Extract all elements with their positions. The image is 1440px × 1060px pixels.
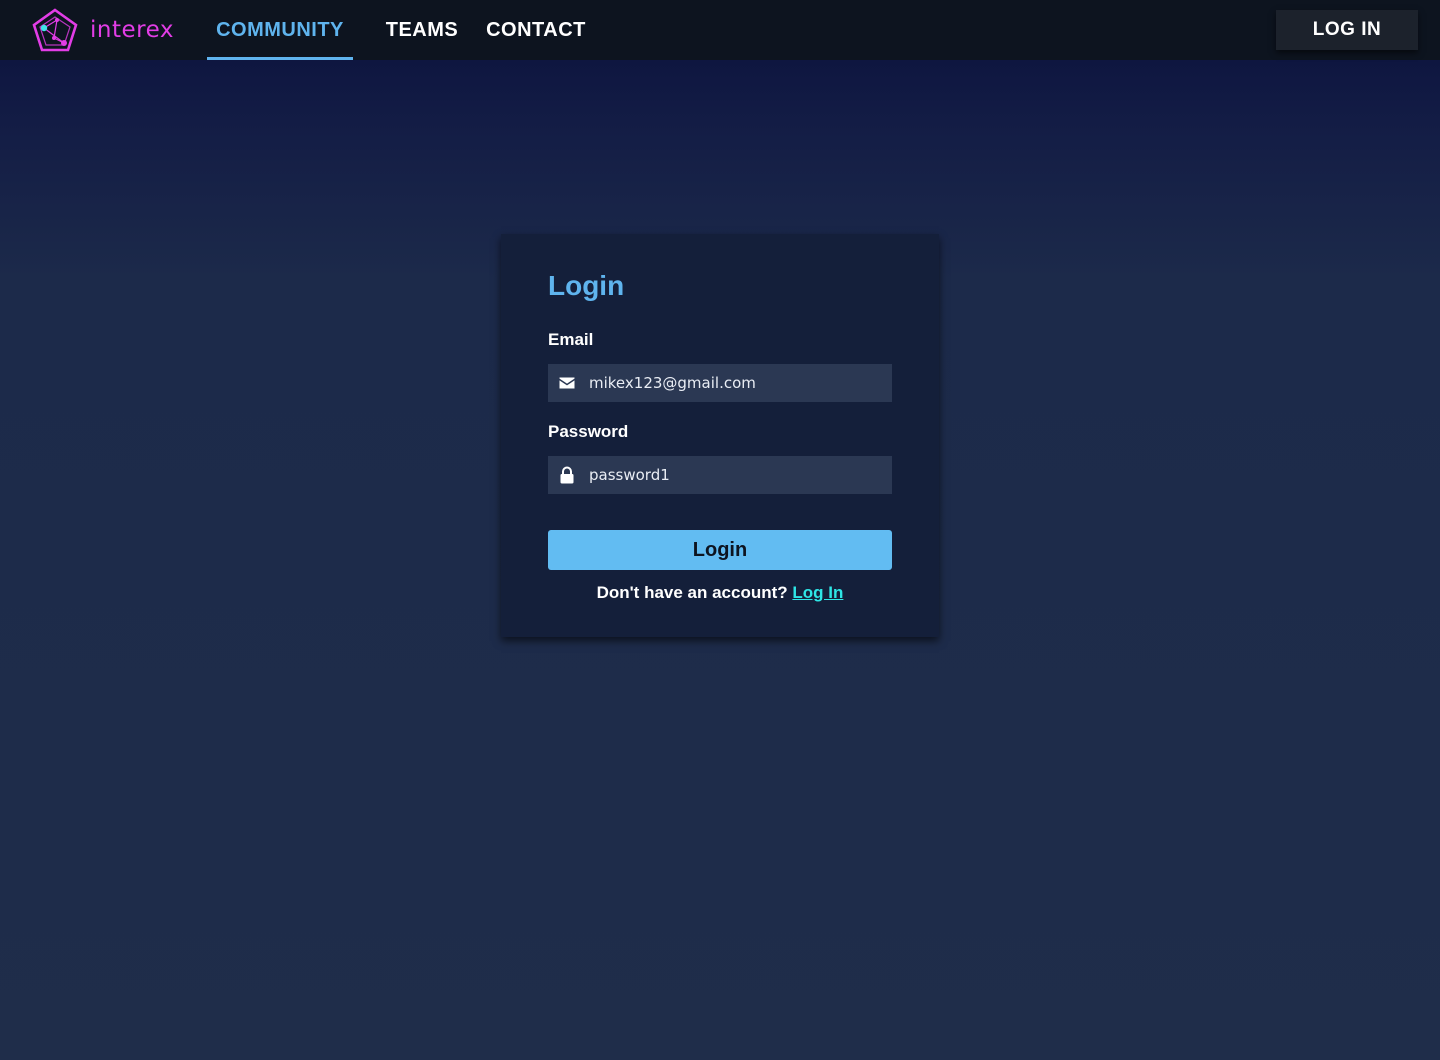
login-card: Login Email Password Login Don't have an…: [501, 234, 939, 637]
signup-prompt-text: Don't have an account?: [596, 583, 788, 602]
header-login-button[interactable]: LOG IN: [1276, 10, 1418, 50]
email-input[interactable]: [589, 364, 879, 402]
nav-teams[interactable]: TEAMS: [363, 0, 481, 60]
top-navbar: interex COMMUNITY TEAMS CONTACT LOG IN: [0, 0, 1440, 60]
pentagon-network-logo-icon: [32, 8, 78, 52]
password-field-wrapper: [548, 456, 892, 494]
nav-community[interactable]: COMMUNITY: [207, 0, 353, 60]
lock-icon: [558, 466, 576, 484]
login-submit-button[interactable]: Login: [548, 530, 892, 570]
nav-contact[interactable]: CONTACT: [481, 0, 591, 60]
signup-prompt-row: Don't have an account? Log In: [501, 583, 939, 603]
envelope-icon: [558, 374, 576, 392]
signup-link[interactable]: Log In: [792, 583, 843, 602]
password-label: Password: [548, 422, 629, 441]
brand[interactable]: interex: [32, 8, 174, 52]
email-label: Email: [548, 330, 594, 349]
main-nav: COMMUNITY TEAMS CONTACT: [207, 0, 591, 60]
login-title: Login: [548, 270, 625, 301]
email-field-wrapper: [548, 364, 892, 402]
password-input[interactable]: [589, 456, 879, 494]
brand-name: interex: [90, 17, 174, 43]
